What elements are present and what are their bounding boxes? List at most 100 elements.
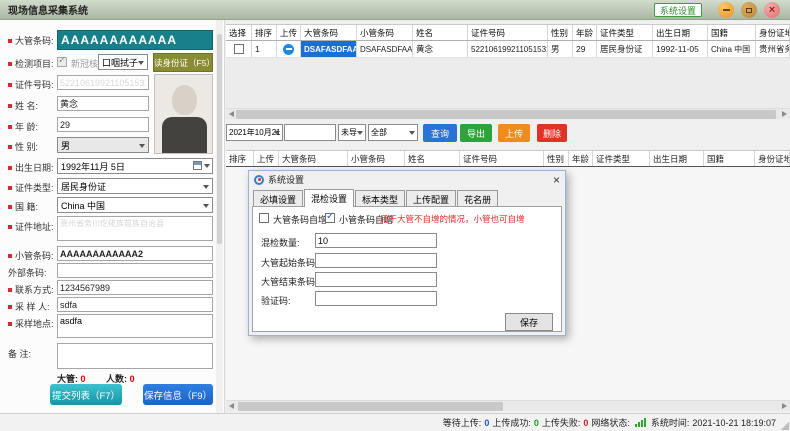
table2-header-row: 排序 上传 大管条码 小管条码 姓名 证件号码 性别 年龄 证件类型 出生日期 … bbox=[226, 150, 790, 167]
captcha-label: 验证码: bbox=[261, 294, 291, 307]
column-header-name[interactable]: 姓名 bbox=[405, 151, 460, 166]
id-number-input[interactable] bbox=[57, 75, 149, 90]
column-header-age[interactable]: 年龄 bbox=[573, 25, 597, 40]
entry-form-panel: 大管条码: 检测项目: 新冠核酸 口咽拭子 读身份证（F5） 证件号码: 姓 名… bbox=[0, 20, 225, 413]
row-checkbox[interactable] bbox=[234, 44, 244, 54]
scroll-left-icon[interactable] bbox=[229, 403, 234, 409]
photo-head-shape bbox=[172, 85, 197, 115]
export-state-select[interactable]: 未导 bbox=[338, 124, 366, 141]
column-header-nationality[interactable]: 国籍 bbox=[704, 151, 755, 166]
id-number-label: 证件号码: bbox=[8, 78, 54, 91]
app-window: 现场信息采集系统 系统设置 × 大管条码: 检测项目: 新冠核酸 口咽拭子 读身… bbox=[0, 0, 790, 431]
minimize-button[interactable] bbox=[718, 2, 734, 18]
save-info-button[interactable]: 保存信息（F9） bbox=[143, 384, 213, 405]
tab-upload-config[interactable]: 上传配置 bbox=[406, 190, 456, 206]
big-end-input[interactable] bbox=[315, 272, 437, 287]
mix-count-input[interactable] bbox=[315, 233, 437, 248]
nationality-select[interactable]: China 中国 bbox=[57, 197, 213, 213]
form-scrollbar[interactable] bbox=[216, 20, 223, 413]
birth-date-picker[interactable]: 1992年11月 5日 bbox=[57, 158, 213, 174]
big-start-input[interactable] bbox=[315, 253, 437, 268]
big-barcode-input[interactable] bbox=[57, 30, 213, 50]
column-header-name[interactable]: 姓名 bbox=[413, 25, 468, 40]
column-header-birth-date[interactable]: 出生日期 bbox=[653, 25, 708, 40]
column-header-nationality[interactable]: 国籍 bbox=[708, 25, 756, 40]
export-button[interactable]: 导出 bbox=[460, 124, 492, 142]
external-barcode-input[interactable] bbox=[57, 263, 213, 278]
cert-address-textarea[interactable]: 贵州省务川仡佬族苗族自治县 bbox=[57, 216, 213, 241]
cert-type-label: 证件类型: bbox=[8, 181, 54, 194]
scope-select[interactable]: 全部 bbox=[368, 124, 418, 141]
close-button[interactable]: × bbox=[764, 2, 780, 18]
sampler-input[interactable] bbox=[57, 297, 213, 312]
column-header-cert-type[interactable]: 证件类型 bbox=[593, 151, 650, 166]
column-header-birth-date[interactable]: 出生日期 bbox=[650, 151, 704, 166]
keyword-input[interactable] bbox=[284, 124, 336, 141]
column-header-big-barcode[interactable]: 大管条码 bbox=[279, 151, 348, 166]
row-big-barcode-cell: DSAFASDFAAAS bbox=[301, 41, 357, 57]
captcha-input[interactable] bbox=[315, 291, 437, 306]
row-select-cell bbox=[226, 41, 252, 57]
column-header-small-barcode[interactable]: 小管条码 bbox=[357, 25, 413, 40]
column-header-id-address[interactable]: 身份证地址 bbox=[756, 25, 790, 40]
column-header-upload[interactable]: 上传 bbox=[277, 25, 301, 40]
table-row[interactable]: 1 DSAFASDFAAAS DSAFASDFAAAS1 黄念 52210619… bbox=[226, 41, 790, 58]
delete-button[interactable]: 删除 bbox=[537, 124, 567, 142]
query-button[interactable]: 查询 bbox=[423, 124, 457, 142]
scrollbar-thumb[interactable] bbox=[217, 34, 222, 244]
small-barcode-auto-checkbox[interactable] bbox=[325, 213, 335, 223]
remark-textarea[interactable] bbox=[57, 343, 213, 369]
date-filter-select[interactable]: 2021年10月21日 bbox=[226, 124, 283, 141]
column-header-id-number[interactable]: 证件号码 bbox=[460, 151, 544, 166]
tab-mixed-test-settings[interactable]: 混检设置 bbox=[304, 189, 354, 207]
small-barcode-input[interactable] bbox=[57, 246, 213, 261]
upload-button[interactable]: 上传 bbox=[498, 124, 530, 142]
column-header-id-number[interactable]: 证件号码 bbox=[468, 25, 548, 40]
column-header-order[interactable]: 排序 bbox=[252, 25, 277, 40]
contact-label: 联系方式: bbox=[8, 283, 54, 296]
column-header-age[interactable]: 年龄 bbox=[569, 151, 593, 166]
scroll-right-icon[interactable] bbox=[782, 403, 787, 409]
name-input[interactable] bbox=[57, 96, 149, 111]
chevron-down-icon bbox=[138, 61, 144, 65]
calendar-icon bbox=[193, 161, 202, 170]
submit-list-button[interactable]: 提交列表（F7） bbox=[50, 384, 122, 405]
app-title: 现场信息采集系统 bbox=[8, 2, 88, 17]
column-header-small-barcode[interactable]: 小管条码 bbox=[348, 151, 405, 166]
big-start-label: 大管起始条码: bbox=[261, 256, 318, 269]
covid-checkbox[interactable] bbox=[57, 57, 67, 67]
sample-place-textarea[interactable]: asdfa bbox=[57, 314, 213, 338]
big-barcode-auto-checkbox[interactable] bbox=[259, 213, 269, 223]
table2-hscrollbar[interactable] bbox=[226, 400, 790, 411]
column-header-big-barcode[interactable]: 大管条码 bbox=[301, 25, 357, 40]
column-header-gender[interactable]: 性别 bbox=[548, 25, 573, 40]
dialog-save-button[interactable]: 保存 bbox=[505, 313, 553, 331]
dialog-close-icon[interactable]: × bbox=[553, 175, 560, 185]
column-header-upload[interactable]: 上传 bbox=[254, 151, 279, 166]
system-settings-button[interactable]: 系统设置 bbox=[654, 3, 702, 17]
scroll-left-icon[interactable] bbox=[229, 111, 234, 117]
tab-roster[interactable]: 花名册 bbox=[457, 190, 498, 206]
read-id-card-button[interactable]: 读身份证（F5） bbox=[153, 53, 213, 72]
column-header-cert-type[interactable]: 证件类型 bbox=[597, 25, 653, 40]
column-header-id-address[interactable]: 身份证地址 bbox=[755, 151, 790, 166]
age-input[interactable] bbox=[57, 117, 149, 132]
column-header-gender[interactable]: 性别 bbox=[544, 151, 569, 166]
contact-input[interactable] bbox=[57, 280, 213, 295]
big-barcode-label: 大管条码: bbox=[8, 34, 54, 47]
column-header-select[interactable]: 选择 bbox=[226, 25, 252, 40]
upload-status-icon[interactable] bbox=[283, 44, 294, 55]
resize-grip[interactable] bbox=[780, 421, 789, 430]
scrollbar-thumb[interactable] bbox=[236, 110, 776, 119]
table1-hscrollbar[interactable] bbox=[226, 108, 790, 119]
column-header-order[interactable]: 排序 bbox=[226, 151, 254, 166]
scrollbar-thumb[interactable] bbox=[238, 402, 503, 411]
gender-select[interactable]: 男 bbox=[57, 137, 149, 153]
swab-type-select[interactable]: 口咽拭子 bbox=[98, 54, 148, 70]
maximize-button[interactable] bbox=[741, 2, 757, 18]
tab-required-settings[interactable]: 必填设置 bbox=[253, 190, 303, 206]
tab-specimen-type[interactable]: 标本类型 bbox=[355, 190, 405, 206]
cert-type-select[interactable]: 居民身份证 bbox=[57, 178, 213, 194]
dialog-tab-strip: 必填设置 混检设置 标本类型 上传配置 花名册 bbox=[253, 189, 499, 206]
scroll-right-icon[interactable] bbox=[782, 111, 787, 117]
